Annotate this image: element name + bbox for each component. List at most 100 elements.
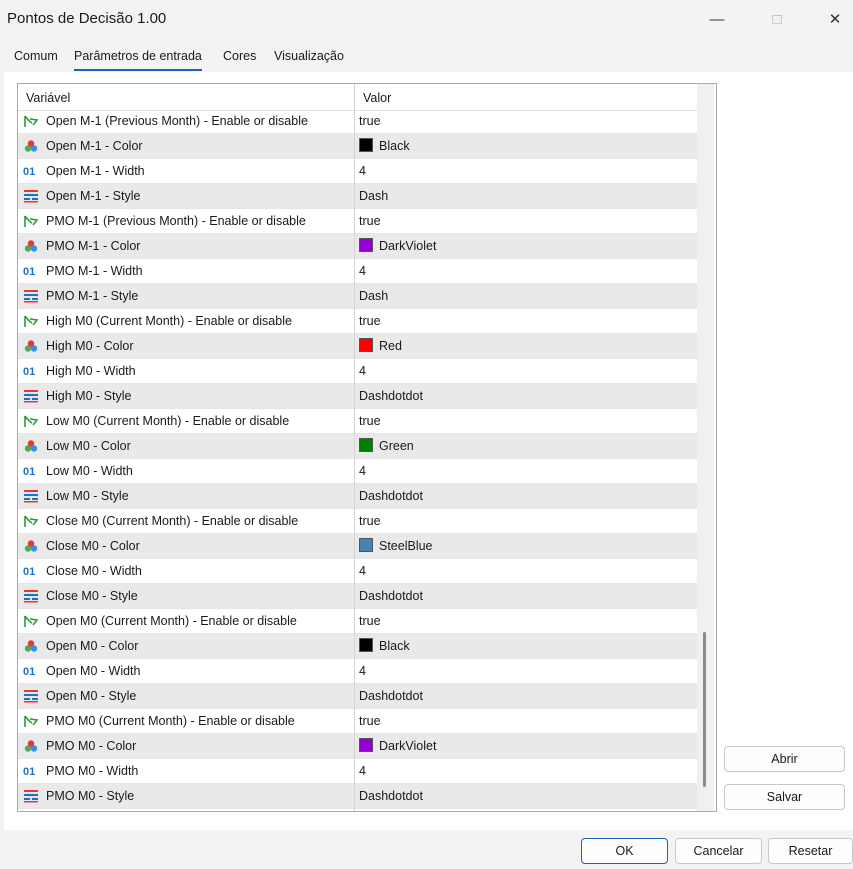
table-row[interactable]: High M0 (Current Month) - Enable or disa…	[18, 309, 697, 334]
table-row[interactable]: PMO M-1 - Color DarkViolet	[18, 234, 697, 259]
table-row[interactable]: 01 Open M0 - Width 4	[18, 659, 697, 684]
parameter-name: Open M0 - Style	[46, 689, 137, 703]
parameter-value[interactable]: Dash	[359, 289, 388, 303]
parameter-value[interactable]: SteelBlue	[379, 539, 433, 553]
parameter-value[interactable]: 4	[359, 364, 366, 378]
table-row[interactable]: Open M-1 - Style Dash	[18, 184, 697, 209]
parameter-name: Open M0 (Current Month) - Enable or disa…	[46, 614, 297, 628]
parameter-value[interactable]: Black	[379, 139, 410, 153]
parameter-name: PMO M-1 - Style	[46, 289, 139, 303]
parameter-value[interactable]: true	[359, 614, 381, 628]
color-icon	[23, 239, 39, 253]
table-row[interactable]: 01 Open M-1 - Width 4	[18, 159, 697, 184]
table-row[interactable]: Low M0 - Style Dashdotdot	[18, 484, 697, 509]
parameter-value[interactable]: DarkViolet	[379, 239, 436, 253]
table-row[interactable]: Open M-1 (Previous Month) - Enable or di…	[18, 109, 697, 134]
open-button[interactable]: Abrir	[724, 746, 845, 772]
color-swatch[interactable]	[359, 338, 373, 352]
table-row[interactable]: PMO M-1 (Previous Month) - Enable or dis…	[18, 209, 697, 234]
parameter-name: Close M0 - Color	[46, 539, 140, 553]
color-swatch[interactable]	[359, 138, 373, 152]
parameter-name: Open M-1 - Width	[46, 164, 145, 178]
parameter-value[interactable]: true	[359, 714, 381, 728]
tab-parametros-de-entrada[interactable]: Parâmetros de entrada	[74, 49, 202, 71]
parameter-value[interactable]: Black	[379, 639, 410, 653]
table-row[interactable]: Low M0 - Color Green	[18, 434, 697, 459]
table-row[interactable]: High M0 - Color Red	[18, 334, 697, 359]
table-row[interactable]: Open M0 - Style Dashdotdot	[18, 684, 697, 709]
table-row[interactable]: Open M0 - Color Black	[18, 634, 697, 659]
table-row[interactable]: High M0 - Style Dashdotdot	[18, 384, 697, 409]
parameter-value[interactable]: true	[359, 214, 381, 228]
table-row[interactable]: Open M-1 - Color Black	[18, 134, 697, 159]
parameter-value[interactable]: true	[359, 514, 381, 528]
parameter-value[interactable]: Dashdotdot	[359, 489, 423, 503]
color-swatch[interactable]	[359, 738, 373, 752]
table-row[interactable]: 01 PMO M0 - Width 4	[18, 759, 697, 784]
parameter-name: Low M0 (Current Month) - Enable or disab…	[46, 414, 290, 428]
table-row[interactable]: 01 Low M0 - Width 4	[18, 459, 697, 484]
save-button[interactable]: Salvar	[724, 784, 845, 810]
svg-text:01: 01	[23, 566, 35, 578]
table-row[interactable]: 01 Close M0 - Width 4	[18, 559, 697, 584]
column-header-variable[interactable]: Variável	[26, 91, 70, 105]
parameters-grid[interactable]: Variável Valor Open M-1 (Previous Month)…	[17, 83, 717, 812]
ok-button[interactable]: OK	[581, 838, 668, 864]
minimize-icon[interactable]: —	[692, 0, 742, 38]
table-row[interactable]: Low M0 (Current Month) - Enable or disab…	[18, 409, 697, 434]
number-icon: 01	[23, 664, 39, 678]
parameter-value[interactable]: DarkViolet	[379, 739, 436, 753]
parameter-value[interactable]: 4	[359, 464, 366, 478]
table-row[interactable]: 01 PMO M-1 - Width 4	[18, 259, 697, 284]
parameter-value[interactable]: 4	[359, 164, 366, 178]
parameter-value[interactable]: Red	[379, 339, 402, 353]
maximize-icon[interactable]: □	[752, 0, 802, 38]
parameter-value[interactable]: true	[359, 314, 381, 328]
parameter-value[interactable]: true	[359, 114, 381, 128]
table-row[interactable]: PMO M-1 - Style Dash	[18, 284, 697, 309]
tab-visualizacao[interactable]: Visualização	[274, 49, 344, 69]
color-icon	[23, 639, 39, 653]
parameter-value[interactable]: Dash	[359, 189, 388, 203]
table-row[interactable]: 01 High M0 - Width 4	[18, 359, 697, 384]
parameter-value[interactable]: 4	[359, 564, 366, 578]
reset-button[interactable]: Resetar	[768, 838, 853, 864]
color-swatch[interactable]	[359, 538, 373, 552]
parameter-value[interactable]: 4	[359, 664, 366, 678]
color-swatch[interactable]	[359, 438, 373, 452]
table-row[interactable]: PMO M0 - Color DarkViolet	[18, 734, 697, 759]
svg-text:01: 01	[23, 166, 35, 178]
parameter-value[interactable]: Dashdotdot	[359, 589, 423, 603]
scrollbar-thumb[interactable]	[703, 632, 706, 787]
parameter-value[interactable]: Dashdotdot	[359, 689, 423, 703]
toggle-arrow-icon	[23, 214, 39, 228]
parameter-name: Close M0 - Width	[46, 564, 142, 578]
parameter-value[interactable]: Dashdotdot	[359, 789, 423, 803]
table-row[interactable]: Open M0 (Current Month) - Enable or disa…	[18, 609, 697, 634]
table-row[interactable]: PMO M0 (Current Month) - Enable or disab…	[18, 709, 697, 734]
toggle-arrow-icon	[23, 514, 39, 528]
line-style-icon	[23, 689, 39, 703]
parameter-name: Open M0 - Width	[46, 664, 141, 678]
parameter-name: High M0 (Current Month) - Enable or disa…	[46, 314, 292, 328]
color-icon	[23, 339, 39, 353]
table-row[interactable]: PMO M0 - Style Dashdotdot	[18, 784, 697, 809]
parameter-value[interactable]: true	[359, 414, 381, 428]
tab-cores[interactable]: Cores	[223, 49, 256, 69]
cancel-button[interactable]: Cancelar	[675, 838, 762, 864]
parameter-value[interactable]: Dashdotdot	[359, 389, 423, 403]
parameter-value[interactable]: Green	[379, 439, 414, 453]
parameter-name: Open M0 - Color	[46, 639, 139, 653]
color-swatch[interactable]	[359, 238, 373, 252]
column-header-value[interactable]: Valor	[363, 91, 391, 105]
tab-comum[interactable]: Comum	[14, 49, 58, 69]
close-icon[interactable]: ✕	[810, 0, 853, 38]
parameter-name: High M0 - Color	[46, 339, 134, 353]
table-row[interactable]: Close M0 - Color SteelBlue	[18, 534, 697, 559]
parameter-name: Low M0 - Color	[46, 439, 131, 453]
parameter-value[interactable]: 4	[359, 264, 366, 278]
table-row[interactable]: Close M0 - Style Dashdotdot	[18, 584, 697, 609]
color-swatch[interactable]	[359, 638, 373, 652]
table-row[interactable]: Close M0 (Current Month) - Enable or dis…	[18, 509, 697, 534]
parameter-value[interactable]: 4	[359, 764, 366, 778]
